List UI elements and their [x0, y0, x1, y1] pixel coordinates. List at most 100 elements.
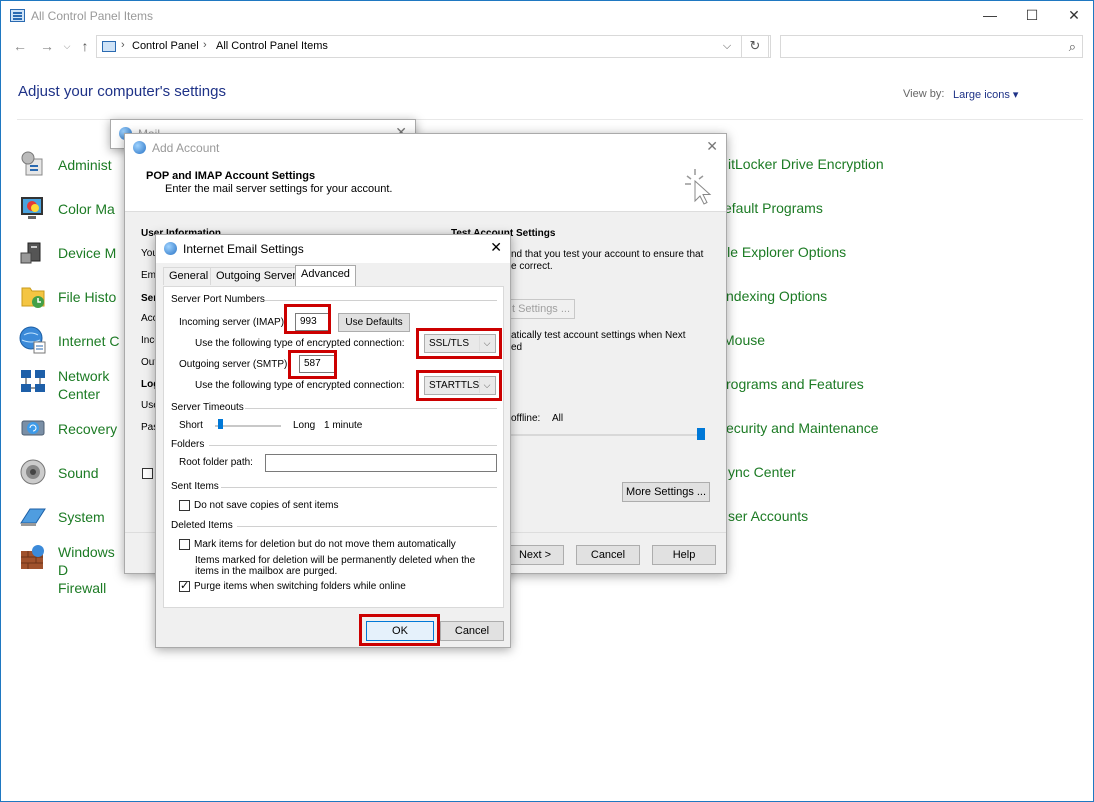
breadcrumb-all-items[interactable]: All Control Panel Items — [216, 40, 328, 52]
incoming-encryption-select[interactable]: SSL/TLS ⌵ — [424, 334, 496, 353]
timeout-slider-thumb[interactable] — [218, 419, 224, 429]
internet-email-settings-dialog: Internet Email Settings ✕ General Outgoi… — [155, 234, 511, 648]
advanced-tab-panel: Server Port Numbers Incoming server (IMA… — [163, 286, 504, 608]
mark-deleted-note: Items marked for deletion will be perman… — [195, 555, 476, 566]
use-defaults-button[interactable]: Use Defaults — [338, 313, 410, 332]
mark-deleted-note: items in the mailbox are purged. — [195, 566, 338, 577]
cp-item-label-line1: Windows D Firewall — [58, 544, 115, 596]
color-management-icon — [21, 197, 43, 219]
sound-icon — [20, 459, 46, 485]
page-title: Adjust your computer's settings — [18, 83, 226, 100]
test-settings-button[interactable]: t Settings ... — [507, 299, 575, 319]
cp-item-label: Color Ma — [58, 201, 115, 217]
pop-imap-heading: POP and IMAP Account Settings — [146, 170, 316, 182]
search-input[interactable]: ⌕ — [780, 35, 1083, 58]
incoming-encryption-value: SSL/TLS — [429, 338, 470, 349]
minimize-button[interactable]: — — [967, 1, 1013, 31]
incoming-port-input[interactable]: 993 — [295, 313, 331, 331]
tab-outgoing-server[interactable]: Outgoing Server — [210, 267, 303, 285]
add-account-globe-icon — [133, 141, 146, 154]
partial-checkbox[interactable] — [142, 468, 153, 479]
control-panel-small-icon — [102, 41, 116, 52]
cp-item-label: File Histo — [58, 289, 117, 305]
offline-value: All — [552, 413, 564, 424]
cp-item-indexing-options[interactable]: ndexing Options — [726, 288, 827, 322]
breadcrumb-separator[interactable]: › — [121, 39, 125, 51]
tab-advanced[interactable]: Advanced — [295, 265, 356, 286]
offline-slider-thumb[interactable] — [697, 428, 705, 440]
mark-deleted-checkbox[interactable] — [179, 539, 190, 550]
ies-title: Internet Email Settings — [183, 242, 304, 256]
breadcrumb-separator[interactable]: › — [203, 39, 207, 51]
address-dropdown-icon[interactable]: ⌵ — [719, 34, 735, 58]
view-by-dropdown[interactable]: Large icons ▾ — [953, 88, 1018, 101]
close-button[interactable]: ✕ — [1051, 1, 1093, 31]
mark-deleted-label: Mark items for deletion but do not move … — [194, 539, 456, 550]
view-by-label: View by: — [903, 88, 945, 100]
cp-item-sync-center[interactable]: ync Center — [728, 464, 796, 498]
device-manager-icon — [20, 242, 41, 264]
chevron-down-icon[interactable]: ⌵ — [479, 378, 494, 393]
address-box[interactable]: › Control Panel › All Control Panel Item… — [96, 35, 771, 58]
ies-close-icon[interactable]: ✕ — [490, 239, 502, 256]
auto-test-text: atically test account settings when Next — [511, 330, 686, 341]
cp-item-label: System — [58, 509, 105, 525]
cp-item-default-programs[interactable]: efault Programs — [724, 200, 823, 234]
root-folder-input[interactable] — [265, 454, 497, 472]
cp-item-programs-features[interactable]: rograms and Features — [726, 376, 864, 410]
server-ports-group-label: Server Port Numbers — [171, 294, 265, 305]
server-timeouts-group-label: Server Timeouts — [171, 402, 244, 413]
root-folder-label: Root folder path: — [179, 457, 253, 468]
cp-item-label: Device M — [58, 245, 117, 261]
cp-item-label: Internet C — [58, 333, 120, 349]
pop-imap-subheading: Enter the mail server settings for your … — [165, 183, 393, 195]
cp-item-security-maintenance[interactable]: ecurity and Maintenance — [726, 420, 879, 454]
cancel-button[interactable]: Cancel — [440, 621, 504, 641]
dont-save-sent-label: Do not save copies of sent items — [194, 500, 339, 511]
add-account-close-icon[interactable]: ✕ — [706, 138, 718, 155]
forward-arrow-icon[interactable]: → — [37, 38, 57, 54]
outgoing-port-input[interactable]: 587 — [299, 355, 335, 373]
incoming-server-label: Incoming server (IMAP): — [179, 317, 287, 328]
cp-item-bitlocker[interactable]: itLocker Drive Encryption — [728, 156, 884, 190]
add-account-header: POP and IMAP Account Settings Enter the … — [125, 162, 726, 212]
up-arrow-icon[interactable]: ↑ — [75, 38, 95, 54]
dont-save-sent-checkbox[interactable] — [179, 500, 190, 511]
cp-item-label: Sound — [58, 465, 99, 481]
offline-label: offline: — [511, 413, 541, 424]
back-arrow-icon[interactable]: ← — [10, 38, 30, 54]
maximize-button[interactable]: ☐ — [1009, 1, 1055, 31]
test-text: nd that you test your account to ensure … — [511, 249, 704, 260]
next-button[interactable]: Next > — [506, 545, 564, 565]
timeout-value: 1 minute — [324, 420, 363, 431]
cp-item-mouse[interactable]: Mouse — [723, 332, 765, 366]
cancel-button[interactable]: Cancel — [576, 545, 640, 565]
tab-general[interactable]: General — [163, 267, 215, 285]
encryption-label-outgoing: Use the following type of encrypted conn… — [195, 380, 405, 391]
purge-checkbox[interactable] — [179, 579, 190, 592]
window-title: All Control Panel Items — [31, 9, 154, 23]
timeout-slider-track[interactable] — [215, 425, 281, 427]
ies-title-bar: Internet Email Settings ✕ — [156, 235, 510, 263]
help-button[interactable]: Help — [652, 545, 716, 565]
ies-globe-icon — [164, 242, 177, 255]
title-bar: All Control Panel Items — ☐ ✕ — [1, 1, 1093, 31]
group-divider — [237, 526, 497, 527]
group-divider — [209, 445, 497, 446]
chevron-down-icon[interactable]: ⌵ — [479, 336, 494, 351]
cp-item-label: Windows D Firewall — [58, 543, 115, 597]
refresh-icon[interactable]: ↻ — [741, 35, 769, 58]
ok-button[interactable]: OK — [366, 621, 434, 641]
encryption-label-incoming: Use the following type of encrypted conn… — [195, 338, 405, 349]
cp-item-file-explorer-options[interactable]: ile Explorer Options — [724, 244, 846, 278]
search-icon[interactable]: ⌕ — [1069, 39, 1076, 55]
group-divider — [221, 487, 497, 488]
offline-slider-track[interactable] — [511, 434, 703, 436]
breadcrumb-control-panel[interactable]: Control Panel — [132, 40, 199, 52]
more-settings-button[interactable]: More Settings ... — [622, 482, 710, 502]
cp-item-user-accounts[interactable]: ser Accounts — [728, 508, 808, 542]
outgoing-encryption-select[interactable]: STARTTLS ⌵ — [424, 376, 496, 395]
recent-chevron-icon[interactable]: ⌵ — [57, 41, 77, 52]
network-icon — [21, 370, 45, 392]
control-panel-icon — [10, 9, 25, 22]
